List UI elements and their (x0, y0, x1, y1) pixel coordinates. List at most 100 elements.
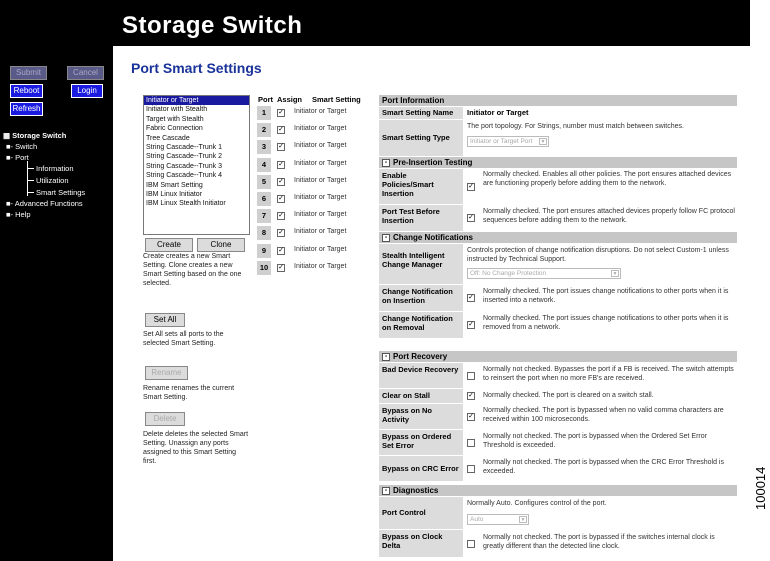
smart-setting-option[interactable]: String Cascade--Trunk 3 (144, 162, 249, 171)
tree-item-advanced[interactable]: ■- Advanced Functions (6, 198, 83, 209)
app-title: Storage Switch (122, 12, 303, 39)
bypass-crc-checkbox[interactable] (467, 465, 475, 473)
bypass-activity-checkbox[interactable]: ✓ (467, 413, 475, 421)
smart-setting-option[interactable]: Initiator with Stealth (144, 105, 249, 114)
tree-root[interactable]: ▦ Storage Switch (3, 130, 66, 141)
port-test-checkbox[interactable]: ✓ (467, 214, 475, 222)
assign-column-header: Assign (277, 95, 303, 104)
header-bar: Storage Switch (0, 0, 750, 46)
smart-setting-option[interactable]: String Cascade--Trunk 2 (144, 152, 249, 161)
port-number: 2 (257, 123, 271, 138)
tree-item-port[interactable]: ■- Port (6, 152, 29, 163)
clone-button[interactable]: Clone (197, 238, 245, 252)
bypass-activity-desc: Normally checked. The port is bypassed w… (483, 407, 724, 423)
cn-removal-label: Change Notification on Removal (379, 312, 463, 338)
bypass-clock-checkbox[interactable] (467, 540, 475, 548)
assign-checkbox[interactable]: ✓ (277, 195, 285, 203)
bypass-crc-label: Bypass on CRC Error (379, 456, 463, 481)
change-notifications-section[interactable]: - Change Notifications (379, 232, 737, 243)
folder-icon: ▦ (3, 131, 13, 140)
assign-checkbox[interactable]: ✓ (277, 126, 285, 135)
cn-insertion-checkbox[interactable]: ✓ (467, 294, 475, 302)
assign-checkbox[interactable]: ✓ (277, 160, 285, 169)
port-row: 9 ✓ Initiator or Target (257, 243, 374, 258)
bad-device-label: Bad Device Recovery (379, 363, 463, 388)
smart-setting-option[interactable]: IBM Smart Setting (144, 181, 249, 190)
bypass-clock-row: Bypass on Clock Delta Normally not check… (379, 530, 737, 557)
smart-setting-option[interactable]: IBM Linux Initiator (144, 190, 249, 199)
stealth-desc: Controls protection of change notificati… (467, 247, 729, 263)
port-information-header: Port Information (379, 95, 737, 106)
port-recovery-section[interactable]: - Port Recovery (379, 351, 737, 362)
bad-device-checkbox[interactable] (467, 372, 475, 380)
smart-setting-column-header: Smart Setting (312, 95, 361, 104)
bypass-crc-desc: Normally not checked. The port is bypass… (483, 459, 724, 475)
create-button[interactable]: Create (145, 238, 193, 252)
reboot-button[interactable]: Reboot (10, 84, 43, 98)
create-description: Create creates a new Smart Setting. Clon… (143, 253, 242, 287)
tree-item-switch[interactable]: ■- Switch (6, 141, 37, 152)
diagnostics-section[interactable]: - Diagnostics (379, 485, 737, 496)
bypass-ordered-checkbox[interactable] (467, 439, 475, 447)
assign-checkbox[interactable]: ✓ (277, 212, 285, 221)
tree-item-information[interactable]: Information (36, 163, 74, 174)
port-row: 7 ✓ Initiator or Target (257, 209, 374, 224)
smart-setting-type-dropdown[interactable]: Initiator or Target Port ▼ (467, 136, 549, 147)
rename-button[interactable]: Rename (145, 366, 188, 380)
tree-item-smart-settings[interactable]: Smart Settings (36, 187, 85, 198)
submit-button[interactable]: Submit (10, 66, 47, 80)
port-smart-setting: Initiator or Target (294, 125, 347, 133)
cn-removal-desc: Normally checked. The port issues change… (483, 315, 729, 331)
refresh-button[interactable]: Refresh (10, 102, 43, 116)
cn-insertion-row: Change Notification on Insertion ✓ Norma… (379, 285, 737, 311)
smart-setting-option[interactable]: Fabric Connection (144, 124, 249, 133)
expand-icon: ■- (6, 142, 16, 151)
port-smart-setting: Initiator or Target (294, 142, 347, 150)
assign-checkbox[interactable]: ✓ (277, 143, 285, 152)
smart-setting-type-desc: The port topology. For Strings, number m… (467, 123, 684, 130)
smart-setting-option[interactable]: Target with Stealth (144, 115, 249, 124)
stealth-dropdown[interactable]: Off: No Change Protection ▼ (467, 268, 621, 279)
clear-stall-checkbox[interactable]: ✓ (467, 392, 475, 400)
port-row: 4 ✓ Initiator or Target (257, 157, 374, 172)
assign-checkbox[interactable]: ✓ (277, 263, 285, 272)
clear-stall-row: Clear on Stall ✓ Normally checked. The p… (379, 389, 737, 403)
assign-checkbox[interactable]: ✓ (277, 246, 285, 255)
cancel-button[interactable]: Cancel (67, 66, 104, 80)
enable-policies-label: Enable Policies/Smart Insertion (379, 169, 463, 204)
collapse-icon: - (382, 486, 390, 495)
pre-insertion-section[interactable]: - Pre-Insertion Testing (379, 157, 737, 168)
tree-item-utilization[interactable]: Utilization (36, 175, 69, 186)
enable-policies-checkbox[interactable]: ✓ (467, 183, 475, 191)
assign-checkbox[interactable]: ✓ (277, 229, 285, 238)
port-control-row: Port Control Normally Auto. Configures c… (379, 497, 737, 529)
smart-setting-list[interactable]: Initiator or Target Initiator with Stealt… (143, 95, 250, 235)
smart-setting-option[interactable]: IBM Linux Stealth Initiator (144, 199, 249, 208)
page-title: Port Smart Settings (131, 60, 262, 76)
smart-setting-option[interactable]: String Cascade--Trunk 4 (144, 171, 249, 180)
smart-setting-name-value: Initiator or Target (467, 108, 529, 117)
tree-item-help[interactable]: ■- Help (6, 209, 31, 220)
expand-icon: ■- (6, 199, 15, 208)
port-row: 6 ✓ Initiator or Target (257, 192, 374, 206)
collapse-icon: - (382, 352, 390, 361)
stealth-row: Stealth Intelligent Change Manager Contr… (379, 244, 737, 284)
assign-checkbox[interactable]: ✓ (277, 177, 285, 186)
assign-checkbox[interactable]: ✓ (277, 109, 285, 117)
cn-removal-checkbox[interactable]: ✓ (467, 321, 475, 329)
login-button[interactable]: Login (71, 84, 103, 98)
smart-setting-option[interactable]: Initiator or Target (144, 96, 249, 106)
tree-connector (27, 180, 34, 181)
port-row: 1 ✓ Initiator or Target (257, 106, 374, 120)
set-all-button[interactable]: Set All (145, 313, 185, 327)
port-row: 2 ✓ Initiator or Target (257, 123, 374, 138)
port-column-header: Port (258, 95, 273, 104)
port-row: 10 ✓ Initiator or Target (257, 260, 374, 275)
port-control-dropdown[interactable]: Auto ▼ (467, 514, 529, 525)
port-number: 9 (257, 243, 271, 258)
bypass-ordered-row: Bypass on Ordered Set Error Normally not… (379, 430, 737, 455)
port-number: 8 (257, 226, 271, 241)
smart-setting-option[interactable]: Tree Cascade (144, 134, 249, 143)
smart-setting-option[interactable]: String Cascade--Trunk 1 (144, 143, 249, 152)
delete-button[interactable]: Delete (145, 412, 185, 426)
